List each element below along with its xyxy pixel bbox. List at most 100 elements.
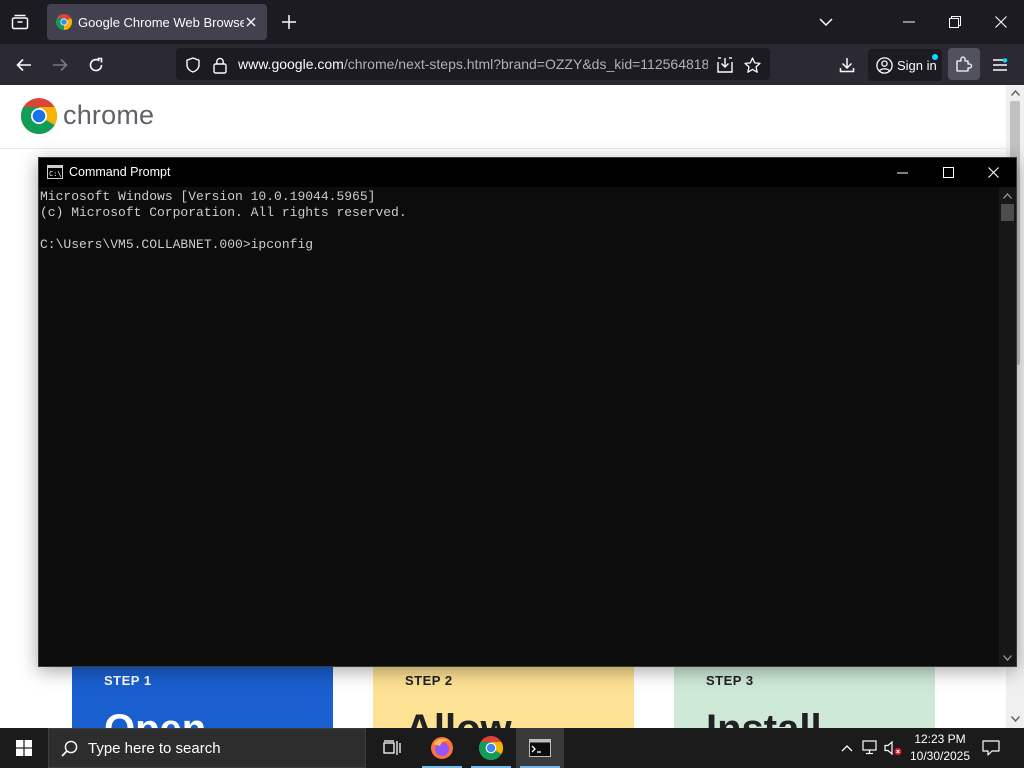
step-heading: Allow: [405, 707, 512, 728]
show-hidden-icons-button[interactable]: [838, 739, 856, 757]
search-placeholder: Type here to search: [88, 739, 221, 757]
cmd-console-output[interactable]: Microsoft Windows [Version 10.0.19044.59…: [39, 187, 999, 666]
save-to-device-button[interactable]: [716, 56, 734, 74]
clock-date: 10/30/2025: [909, 749, 971, 763]
arrow-right-icon: [53, 58, 68, 72]
app-menu-button[interactable]: [987, 52, 1013, 78]
notification-dot: [932, 54, 938, 60]
lock-icon: [213, 57, 227, 74]
volume-muted-icon: [884, 740, 902, 756]
step-label: STEP 3: [706, 673, 754, 688]
command-prompt-icon: [529, 739, 551, 757]
chrome-icon: [479, 736, 503, 760]
taskbar-search-box[interactable]: Type here to search: [48, 728, 366, 768]
tab-close-button[interactable]: [243, 14, 259, 30]
minimize-icon: [903, 21, 915, 23]
cmd-scrollbar[interactable]: [999, 187, 1016, 666]
start-button[interactable]: [0, 728, 48, 768]
arrow-left-icon: [16, 58, 31, 72]
task-view-icon: [383, 740, 401, 755]
chevron-down-icon: [819, 18, 833, 26]
tabs-overflow-button[interactable]: [816, 12, 836, 32]
browser-tab-active[interactable]: Google Chrome Web Browser: Next Steps: [47, 4, 267, 40]
address-bar[interactable]: www.google.com/chrome/next-steps.html?br…: [176, 48, 770, 80]
star-icon: [743, 56, 761, 73]
step-card-3: STEP 3 Install: [674, 665, 935, 728]
extensions-button[interactable]: [948, 48, 980, 80]
console-prompt-line[interactable]: C:\Users\VM5.COLLABNET.000>ipconfig: [40, 237, 999, 253]
cmd-window-title: Command Prompt: [69, 165, 171, 179]
cmd-title-bar[interactable]: C:\ Command Prompt: [39, 158, 1016, 187]
url-text[interactable]: www.google.com/chrome/next-steps.html?br…: [238, 56, 708, 72]
console-line: Microsoft Windows [Version 10.0.19044.59…: [40, 189, 376, 204]
step-heading: Open: [104, 707, 206, 728]
downloads-button[interactable]: [834, 52, 860, 78]
minimize-icon: [896, 172, 908, 173]
notification-icon: [982, 740, 1000, 756]
sign-in-button[interactable]: Sign in: [868, 49, 942, 81]
page-header: chrome: [0, 85, 1006, 149]
reload-button[interactable]: [83, 52, 109, 78]
new-tab-button[interactable]: [279, 12, 299, 32]
taskbar-app-firefox[interactable]: [418, 728, 466, 768]
download-tray-icon: [717, 57, 733, 73]
chevron-up-icon: [1010, 90, 1020, 96]
site-protection-button[interactable]: [184, 56, 202, 74]
browser-restore-button[interactable]: [932, 0, 978, 44]
reload-icon: [89, 57, 103, 72]
puzzle-icon: [956, 56, 973, 72]
sign-in-label: Sign in: [897, 57, 937, 73]
taskbar-app-command-prompt[interactable]: [516, 728, 564, 768]
firefox-icon: [431, 737, 453, 759]
command-prompt-window[interactable]: C:\ Command Prompt Microsoft Windows [Ve…: [38, 157, 1017, 667]
scroll-down-arrow[interactable]: [1010, 714, 1020, 724]
browser-close-button[interactable]: [978, 0, 1024, 44]
maximize-icon: [942, 167, 954, 178]
task-view-button[interactable]: [368, 728, 416, 768]
browser-tab-bar: Google Chrome Web Browser: Next Steps: [0, 0, 1024, 44]
chevron-down-icon: [1003, 654, 1012, 661]
cmd-scroll-up-arrow[interactable]: [1002, 190, 1013, 201]
scroll-up-arrow[interactable]: [1010, 88, 1020, 98]
network-status-button[interactable]: [862, 739, 880, 757]
account-icon: [876, 56, 893, 74]
cmd-maximize-button[interactable]: [925, 158, 971, 187]
forward-button[interactable]: [47, 52, 73, 78]
browser-minimize-button[interactable]: [886, 0, 932, 44]
back-button[interactable]: [11, 52, 37, 78]
step-heading: Install: [706, 707, 822, 728]
chrome-logo-icon[interactable]: [21, 98, 57, 134]
cmd-scroll-down-arrow[interactable]: [1002, 652, 1013, 663]
step-label: STEP 2: [405, 673, 453, 688]
url-path: /chrome/next-steps.html?brand=OZZY&ds_ki…: [343, 56, 708, 72]
tab-title: Google Chrome Web Browser: Next Steps: [78, 14, 244, 30]
action-center-button[interactable]: [980, 738, 1002, 758]
search-icon: [61, 740, 78, 757]
step-card-2: STEP 2 Allow: [373, 665, 634, 728]
plus-icon: [282, 15, 296, 29]
browser-nav-bar: www.google.com/chrome/next-steps.html?br…: [0, 44, 1024, 85]
chrome-favicon-icon: [56, 14, 72, 30]
chevron-up-icon: [1003, 192, 1012, 199]
site-info-button[interactable]: [211, 56, 229, 74]
chrome-logo-text: chrome: [63, 100, 155, 130]
bookmark-star-button[interactable]: [743, 56, 761, 74]
taskbar-app-chrome[interactable]: [467, 728, 515, 768]
url-host: www.google.com: [238, 56, 344, 72]
list-all-tabs-button[interactable]: [8, 10, 32, 34]
cmd-minimize-button[interactable]: [879, 158, 925, 187]
network-disconnected-icon: [862, 740, 877, 755]
hamburger-menu-icon: [993, 58, 1008, 71]
command-prompt-icon: C:\: [47, 165, 63, 179]
step-card-1: STEP 1 Open: [72, 665, 333, 728]
clock-time: 12:23 PM: [914, 732, 966, 746]
cmd-close-button[interactable]: [970, 158, 1016, 187]
close-icon: [246, 17, 256, 27]
cmd-scrollbar-thumb[interactable]: [1001, 204, 1014, 221]
windows-taskbar: Type here to search 12:23 PM 10/30/2025: [0, 728, 1024, 768]
volume-button[interactable]: [884, 739, 902, 757]
svg-text:C:\: C:\: [49, 170, 62, 178]
tab-list-icon: [11, 14, 29, 30]
taskbar-clock[interactable]: 12:23 PM 10/30/2025: [906, 731, 974, 765]
